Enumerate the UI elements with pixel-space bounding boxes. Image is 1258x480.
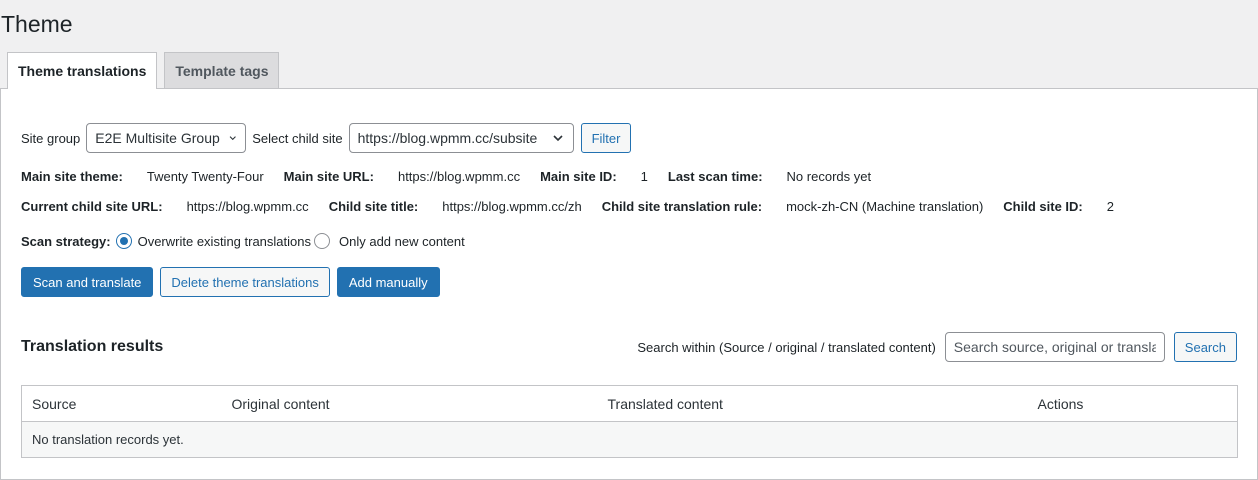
child-site-value: https://blog.wpmm.cc/subsite: [357, 130, 538, 146]
search-button[interactable]: Search: [1173, 332, 1237, 362]
action-buttons: Scan and translate Delete theme translat…: [21, 267, 440, 297]
site-group-label: Site group: [21, 130, 81, 146]
child-site-info: Current child site URL: https://blog.wpm…: [21, 199, 1114, 214]
chevron-down-icon: [553, 135, 563, 142]
add-manually-button[interactable]: Add manually: [336, 267, 440, 297]
main-panel: Site group E2E Multisite Group Select ch…: [0, 88, 1258, 480]
column-original: Original content: [221, 385, 598, 422]
main-site-info: Main site theme: Twenty Twenty-Four Main…: [21, 169, 871, 184]
radio-overwrite[interactable]: [115, 233, 132, 249]
filter-row: Site group E2E Multisite Group Select ch…: [21, 123, 632, 153]
radio-add-new[interactable]: [314, 233, 330, 249]
results-title: Translation results: [21, 338, 164, 355]
main-site-theme-value: Twenty Twenty-Four: [146, 169, 264, 184]
child-site-id-label: Child site ID:: [1003, 199, 1083, 214]
translation-rule-value: mock-zh-CN (Machine translation): [786, 199, 984, 214]
child-site-select[interactable]: https://blog.wpmm.cc/subsite: [348, 123, 574, 153]
scan-strategy: Scan strategy: Overwrite existing transl…: [21, 233, 465, 249]
main-site-theme-label: Main site theme:: [21, 169, 123, 184]
child-site-title-value: https://blog.wpmm.cc/zh: [442, 199, 582, 214]
child-site-url-label: Current child site URL:: [21, 199, 163, 214]
search-label: Search within (Source / original / trans…: [637, 339, 936, 355]
child-site-title-label: Child site title:: [328, 199, 419, 214]
results-search: Search within (Source / original / trans…: [637, 332, 1237, 362]
scan-strategy-label: Scan strategy:: [21, 233, 111, 249]
tab-template-tags[interactable]: Template tags: [164, 52, 280, 88]
tab-bar: Theme translations Template tags: [7, 52, 280, 89]
column-source: Source: [21, 385, 222, 422]
child-site-label: Select child site: [252, 130, 343, 146]
delete-translations-button[interactable]: Delete theme translations: [160, 267, 330, 297]
radio-overwrite-label[interactable]: Overwrite existing translations: [138, 234, 311, 249]
empty-message: No translation records yet.: [21, 421, 1238, 458]
site-group-value: E2E Multisite Group: [95, 130, 220, 146]
filter-button[interactable]: Filter: [580, 123, 632, 153]
chevron-down-icon: [229, 136, 236, 141]
site-group-select[interactable]: E2E Multisite Group: [86, 123, 247, 153]
scan-translate-button[interactable]: Scan and translate: [21, 267, 154, 297]
column-actions: Actions: [1027, 385, 1238, 422]
tab-theme-translations[interactable]: Theme translations: [7, 52, 158, 89]
main-site-url-value: https://blog.wpmm.cc: [397, 169, 521, 184]
search-input[interactable]: [944, 332, 1165, 362]
table-header-row: Source Original content Translated conte…: [21, 385, 1238, 422]
results-table: Source Original content Translated conte…: [21, 385, 1238, 458]
main-site-id-label: Main site ID:: [540, 169, 617, 184]
child-site-url-value: https://blog.wpmm.cc: [186, 199, 309, 214]
radio-add-new-label[interactable]: Only add new content: [339, 234, 465, 249]
table-row: No translation records yet.: [21, 421, 1238, 458]
page-title: Theme: [1, 11, 73, 37]
last-scan-label: Last scan time:: [667, 169, 763, 184]
main-site-id-value: 1: [640, 169, 648, 184]
child-site-id-value: 2: [1106, 199, 1114, 214]
last-scan-value: No records yet: [786, 169, 872, 184]
column-translated: Translated content: [597, 385, 1028, 422]
translation-rule-label: Child site translation rule:: [601, 199, 763, 214]
main-site-url-label: Main site URL:: [283, 169, 374, 184]
